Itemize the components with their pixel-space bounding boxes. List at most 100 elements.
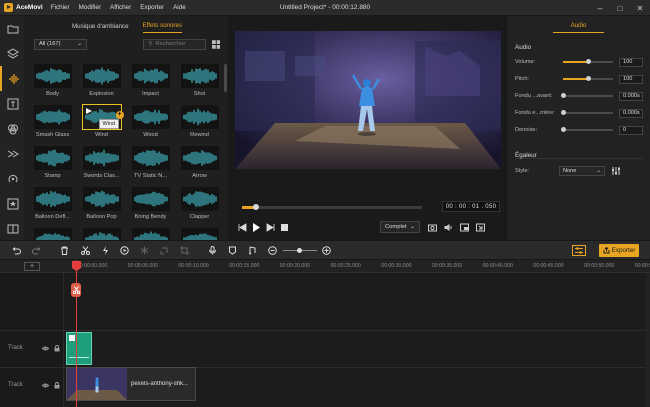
sound-effect-item[interactable]: Impact [128,64,173,100]
previous-frame-icon[interactable] [238,223,247,232]
sound-effect-item[interactable]: Smash Glass [30,105,75,141]
lock-icon[interactable] [54,382,60,389]
sidebar-item-transitions[interactable] [0,141,26,166]
sound-effect-item[interactable]: Shot [177,64,222,100]
ruler-tick-label: 00:00:00.000 [77,263,108,269]
param-value-input[interactable]: 0 [619,125,643,135]
volume-icon[interactable] [444,223,453,232]
param-slider[interactable] [561,110,613,115]
audio-detach-icon[interactable] [248,246,257,255]
lock-icon[interactable] [54,345,60,352]
split-icon[interactable] [101,246,110,255]
sound-effect-item[interactable]: Wood [128,105,173,141]
time-ruler[interactable]: 00:00:00.000 00:00:05.000 00:00:10.000 00:0… [0,260,650,273]
sound-effect-item[interactable]: Stamp [30,146,75,182]
play-icon[interactable] [252,223,261,232]
sound-effect-item[interactable]: + Wind Wind [79,104,124,141]
sound-effect-item[interactable]: Swords Clas... [79,146,124,182]
delete-icon[interactable] [60,246,69,255]
param-value-input[interactable]: 0.000s [619,91,643,101]
pip-icon[interactable] [460,223,469,232]
video-clip[interactable]: pexels-anthony-shk... [66,367,196,401]
progress-handle[interactable] [253,204,260,210]
maximize-button[interactable]: □ [610,0,630,16]
sound-effect-item[interactable]: Explosion [79,64,124,100]
next-frame-icon[interactable] [266,223,275,232]
eye-icon[interactable] [42,382,49,389]
param-slider[interactable] [563,76,613,81]
marker-icon[interactable] [228,246,237,255]
sound-effect-item[interactable]: Rewind [177,105,222,141]
sidebar-item-layers[interactable] [0,41,26,66]
audio-clip[interactable] [66,332,92,365]
param-slider[interactable] [561,127,613,132]
slider-handle[interactable] [586,59,591,64]
slider-handle[interactable] [586,76,591,81]
fullscreen-icon[interactable] [476,223,485,232]
minimize-button[interactable]: – [590,0,610,16]
sound-effect-item[interactable]: Body [30,64,75,100]
menu-aide[interactable]: Aide [173,4,186,11]
undo-icon[interactable] [12,246,21,255]
timeline-zoom-slider[interactable] [283,248,317,253]
zoom-handle[interactable] [297,248,302,253]
preview-progress-bar[interactable] [242,204,422,210]
preview-quality-dropdown[interactable]: Complet ⌄ [380,221,420,233]
slider-handle[interactable] [561,93,566,98]
zoom-in-icon[interactable] [322,246,331,255]
stop-icon[interactable] [280,223,289,232]
sidebar-item-elements[interactable] [0,191,26,216]
redo-icon[interactable] [32,246,41,255]
menu-exporter[interactable]: Exporter [140,4,164,11]
param-slider[interactable] [561,93,613,98]
close-button[interactable]: ✕ [630,0,650,16]
tab-background-music[interactable]: Musique d'ambiance [72,20,129,33]
slider-handle[interactable] [561,127,566,132]
add-track-button[interactable]: + [24,262,40,271]
microphone-icon[interactable] [208,246,217,255]
grid-view-icon[interactable] [211,39,220,49]
sound-effect-item[interactable]: TV Static N... [128,146,173,182]
menu-afficher[interactable]: Afficher [110,4,131,11]
export-button[interactable]: Exporter [599,244,639,257]
param-slider[interactable] [563,59,613,64]
sidebar-item-filters[interactable] [0,116,26,141]
param-value-input[interactable]: 100 [619,57,643,67]
play-icon[interactable] [85,108,92,114]
equalizer-settings-icon[interactable] [611,166,621,176]
rotate-icon[interactable] [160,246,169,255]
sidebar-item-audio[interactable] [0,66,26,91]
sidebar-item-text[interactable] [0,91,26,116]
sound-effect-item[interactable]: Arrow [177,146,222,182]
tab-sound-effects[interactable]: Effets sonores [142,19,182,33]
menu-fichier[interactable]: Fichier [51,4,70,11]
timeline-scrollbar[interactable] [646,273,650,407]
tab-audio[interactable]: Audio [552,19,605,33]
sound-effect-item[interactable]: Balloon Defl... [30,187,75,223]
speed-icon[interactable] [120,246,129,255]
sidebar-item-split[interactable] [0,216,26,241]
sound-effect-item[interactable]: Balloon Pop [79,187,124,223]
eye-icon[interactable] [42,345,49,352]
video-preview[interactable] [235,31,501,169]
param-value-input[interactable]: 100 [619,74,643,84]
snapshot-icon[interactable] [428,223,437,232]
param-value-input[interactable]: 0.000s [619,108,643,118]
sound-effect-item[interactable]: Clapper [177,187,222,223]
equalizer-style-dropdown[interactable]: None ⌄ [559,166,605,176]
cut-icon[interactable] [81,246,90,255]
crop-icon[interactable] [180,246,189,255]
sound-effect-item[interactable]: Boing Bendy [128,187,173,223]
menu-modifier[interactable]: Modifier [79,4,101,11]
category-dropdown[interactable]: All (167) ⌄ [34,38,88,50]
add-icon[interactable]: + [115,111,124,119]
search-input[interactable]: ⚲ Rechercher [143,38,206,50]
library-scrollbar[interactable] [224,64,227,92]
timeline-settings-button[interactable] [572,245,586,256]
split-marker[interactable] [71,283,81,297]
sidebar-item-media[interactable] [0,16,26,41]
slider-handle[interactable] [561,110,566,115]
zoom-out-icon[interactable] [268,246,277,255]
sidebar-item-effects[interactable] [0,166,26,191]
freeze-icon[interactable] [140,246,149,255]
